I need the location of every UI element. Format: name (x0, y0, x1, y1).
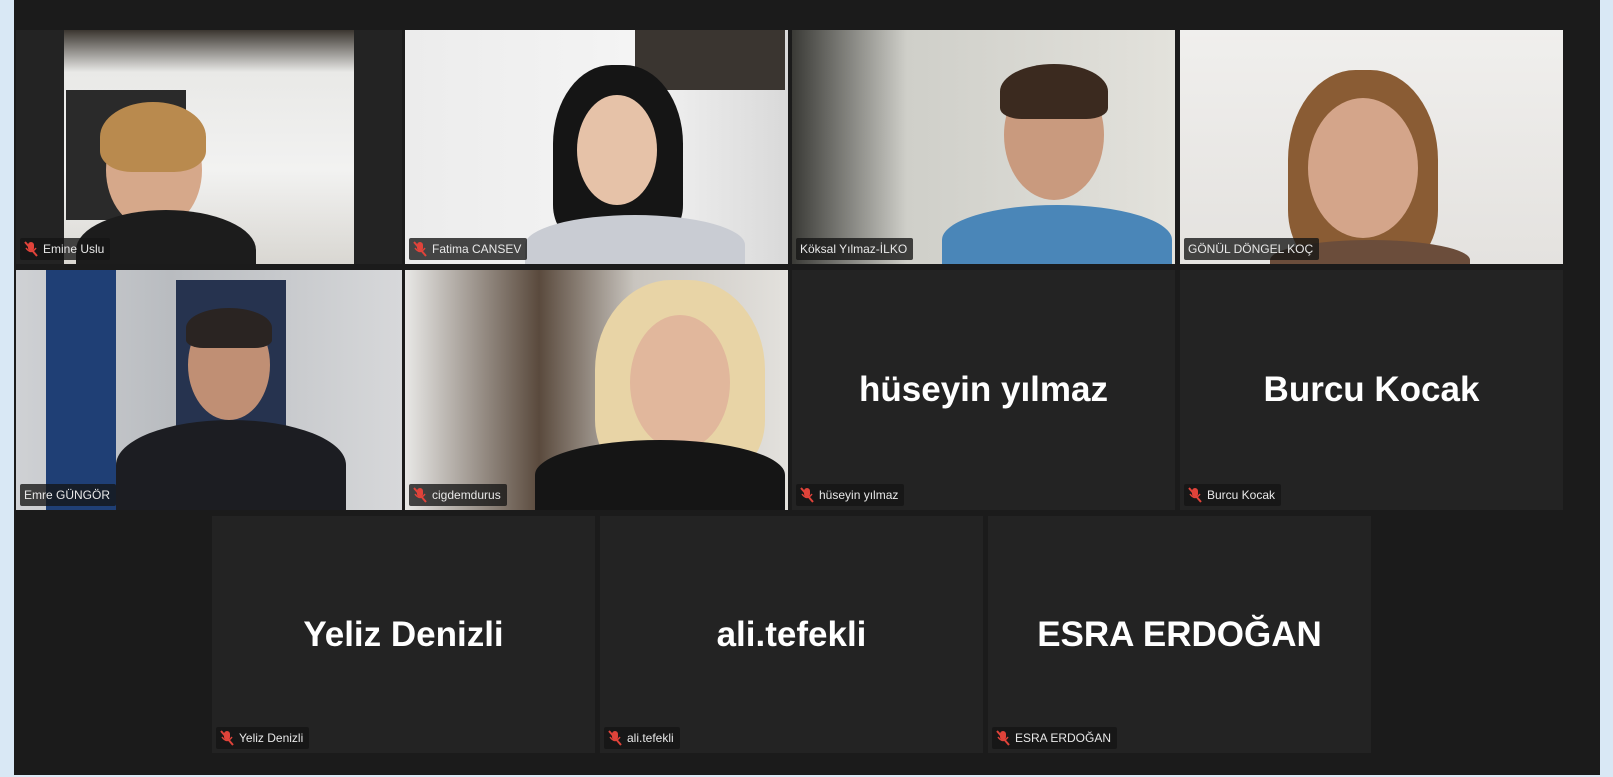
participant-display-name: Yeliz Denizli (303, 614, 504, 654)
participant-nametag: Emre GÜNGÖR (20, 484, 117, 506)
muted-mic-icon (24, 241, 38, 257)
participant-video (792, 30, 1175, 264)
participant-video (16, 30, 402, 264)
participant-name: Köksal Yılmaz-İLKO (800, 242, 908, 256)
participant-name: hüseyin yılmaz (819, 488, 899, 502)
video-gallery: Emine Uslu Fatima CANSEV Köksal Yılmaz-İ… (14, 0, 1600, 775)
participant-name: ali.tefekli (627, 731, 674, 745)
participant-nametag: cigdemdurus (409, 484, 507, 506)
participant-tile[interactable]: cigdemdurus (405, 270, 788, 510)
left-margin (0, 0, 14, 777)
participant-nametag: Köksal Yılmaz-İLKO (796, 238, 914, 260)
participant-nametag: GÖNÜL DÖNGEL KOÇ (1184, 238, 1320, 260)
right-margin (1600, 0, 1613, 777)
participant-display-name: ESRA ERDOĞAN (1037, 614, 1322, 654)
participant-nametag: hüseyin yılmaz (796, 484, 905, 506)
participant-tile[interactable]: hüseyin yılmaz hüseyin yılmaz (792, 270, 1175, 510)
participant-name: GÖNÜL DÖNGEL KOÇ (1188, 242, 1314, 256)
muted-mic-icon (413, 487, 427, 503)
participant-name: ESRA ERDOĞAN (1015, 731, 1112, 745)
muted-mic-icon (608, 730, 622, 746)
participant-nametag: Fatima CANSEV (409, 238, 528, 260)
participant-nametag: ali.tefekli (604, 727, 680, 749)
participant-tile[interactable]: Burcu Kocak Burcu Kocak (1180, 270, 1563, 510)
participant-video (1180, 30, 1563, 264)
muted-mic-icon (800, 487, 814, 503)
participant-tile[interactable]: ESRA ERDOĞAN ESRA ERDOĞAN (988, 516, 1371, 753)
muted-mic-icon (413, 241, 427, 257)
participant-name: Emine Uslu (43, 242, 105, 256)
participant-name: cigdemdurus (432, 488, 501, 502)
participant-tile[interactable]: Fatima CANSEV (405, 30, 788, 264)
participant-tile[interactable]: GÖNÜL DÖNGEL KOÇ (1180, 30, 1563, 264)
participant-display-name: ali.tefekli (716, 614, 867, 654)
participant-tile[interactable]: Emine Uslu (16, 30, 402, 264)
participant-display-name: hüseyin yılmaz (859, 370, 1108, 409)
participant-tile-active-speaker[interactable]: Emre GÜNGÖR (16, 270, 402, 510)
participant-tile[interactable]: Köksal Yılmaz-İLKO (792, 30, 1175, 264)
participant-tile[interactable]: Yeliz Denizli Yeliz Denizli (212, 516, 595, 753)
participant-name: Yeliz Denizli (239, 731, 304, 745)
participant-nametag: ESRA ERDOĞAN (992, 727, 1118, 749)
participant-nametag: Emine Uslu (20, 238, 111, 260)
participant-video (16, 270, 402, 510)
participant-name: Burcu Kocak (1207, 488, 1276, 502)
participant-tile[interactable]: ali.tefekli ali.tefekli (600, 516, 983, 753)
muted-mic-icon (220, 730, 234, 746)
muted-mic-icon (1188, 487, 1202, 503)
participant-video (405, 270, 788, 510)
participant-nametag: Burcu Kocak (1184, 484, 1282, 506)
participant-video (405, 30, 788, 264)
participant-name: Fatima CANSEV (432, 242, 522, 256)
participant-display-name: Burcu Kocak (1263, 370, 1480, 409)
muted-mic-icon (996, 730, 1010, 746)
participant-nametag: Yeliz Denizli (216, 727, 310, 749)
participant-name: Emre GÜNGÖR (24, 488, 111, 502)
